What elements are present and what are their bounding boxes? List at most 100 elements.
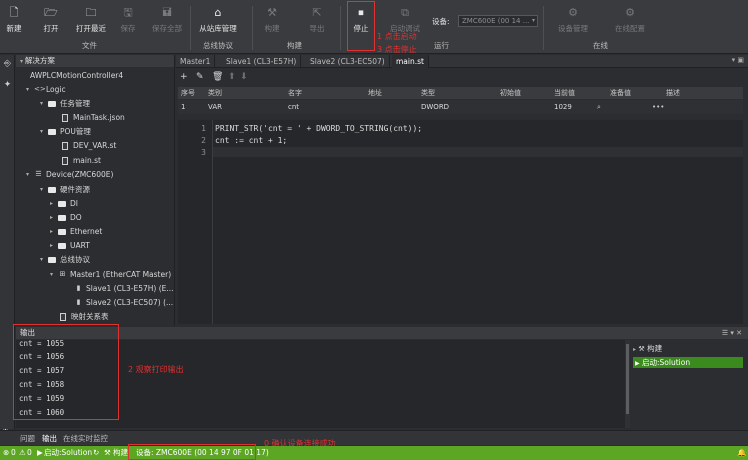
refresh-icon[interactable]: ↻	[93, 446, 99, 460]
chevron-down-icon: ▾	[26, 171, 30, 178]
new-button[interactable]: 🗋 新建	[0, 6, 32, 34]
tree-node-dev-var[interactable]: DEV_VAR.st	[62, 140, 116, 151]
output-highlight-annotation	[13, 324, 119, 420]
output-scrollbar[interactable]	[625, 340, 630, 428]
build-button[interactable]: ⚒ 构建	[254, 6, 290, 34]
tree-node-logic[interactable]: ▾ <> Logic	[26, 84, 66, 95]
code-line-1: PRINT_STR('cnt = ' + DWORD_TO_STRING(cnt…	[215, 124, 423, 133]
line-number: 3	[201, 148, 206, 157]
tree-node-main-st[interactable]: main.st	[62, 155, 101, 166]
more-icon[interactable]: •••	[652, 101, 664, 113]
folder-icon	[48, 100, 56, 107]
tree-node-di[interactable]: ▸ DI	[50, 198, 78, 209]
tab-problems[interactable]: 问题	[20, 433, 35, 444]
delete-icon[interactable]: 🗑	[212, 72, 223, 82]
variable-table: 序号 类别 名字 地址 类型 初始值 当前值 准备值 描述 1 VAR cnt …	[178, 87, 743, 115]
tab-master1[interactable]: Master1	[176, 55, 216, 68]
col-header-current: 当前值	[554, 87, 575, 99]
export-button[interactable]: ⇱ 导出	[299, 6, 335, 34]
tree-node-uart[interactable]: ▸ UART	[50, 240, 90, 251]
hammer-icon: ⚒	[638, 345, 645, 353]
search-icon[interactable]: ⌕	[597, 101, 601, 113]
tree-node-maintask[interactable]: MainTask.json	[62, 112, 125, 123]
chevron-right-icon: ▸	[50, 200, 54, 207]
scrollbar-thumb[interactable]	[626, 344, 629, 414]
save-all-button[interactable]: 🖬 保存全部	[149, 6, 185, 34]
device-select[interactable]: ZMC600E (00 14 ... ▾	[458, 15, 538, 27]
output-source-build[interactable]: ▸ ⚒ 构建	[633, 343, 662, 354]
cell-type[interactable]: DWORD	[421, 101, 449, 113]
tree-node-hardware[interactable]: ▾ 硬件资源	[40, 184, 90, 195]
status-run[interactable]: 启动:Solution	[44, 446, 92, 460]
device-manage-button[interactable]: ⚙ 设备管理	[555, 6, 591, 34]
panel-controls-icon[interactable]: ☰ ▾ ✕	[722, 327, 742, 339]
station-library-icon: ⌂	[214, 6, 222, 19]
tree-node-ethernet[interactable]: ▸ Ethernet	[50, 226, 102, 237]
col-header-category: 类别	[208, 87, 222, 99]
cell-category[interactable]: VAR	[208, 101, 222, 113]
error-count[interactable]: 0	[11, 446, 16, 460]
tab-main-st[interactable]: main.st	[392, 55, 429, 68]
bottom-panel-tabs: 问题 输出 在线实时监控	[0, 430, 748, 445]
open-recent-button[interactable]: 🗀 打开最近	[73, 6, 109, 34]
tree-node-device[interactable]: ▾ ☰ Device(ZMC600E)	[26, 169, 113, 180]
cell-name[interactable]: cnt	[288, 101, 299, 113]
edit-icon[interactable]: ✎	[196, 72, 204, 82]
tree-node-task-manage[interactable]: ▾ 任务管理	[40, 98, 90, 109]
play-icon: ▶	[37, 448, 43, 457]
device-settings-icon: ⚙	[568, 6, 578, 19]
debug-icon: ⧉	[401, 6, 409, 19]
folder-icon	[58, 228, 66, 235]
device-highlight-annotation	[128, 444, 256, 460]
online-config-icon: ⚙	[625, 6, 635, 19]
tree-node-do[interactable]: ▸ DO	[50, 212, 82, 223]
tree-node-master1[interactable]: ▾ ⊞ Master1 (EtherCAT Master)	[50, 269, 171, 280]
folder-open-icon: 🗁	[44, 6, 58, 19]
tree-node-slave2[interactable]: ▮ Slave2 (CL3-EC507) (...	[74, 297, 174, 308]
solution-explorer: ▾ 解决方案 AWPLCMotionController4 ▾ <> Logic ▾…	[16, 55, 175, 326]
ribbon-divider	[252, 6, 253, 50]
tree-node-slave1[interactable]: ▮ Slave1 (CL3-E57H) (E...	[74, 283, 174, 294]
bell-icon[interactable]: 🔔	[737, 446, 746, 460]
chevron-right-icon: ▸	[50, 214, 54, 221]
line-number: 2	[201, 136, 206, 145]
save-button[interactable]: 🖫 保存	[110, 6, 146, 34]
export-icon: ⇱	[312, 6, 322, 19]
solution-icon[interactable]: ⎆	[2, 59, 13, 70]
tab-output[interactable]: 输出	[42, 433, 57, 444]
folder-icon	[48, 256, 56, 263]
tab-slave1[interactable]: Slave1 (CL3-E57H)	[222, 55, 302, 68]
tab-slave2[interactable]: Slave2 (CL3-EC507)	[306, 55, 390, 68]
status-build[interactable]: 构建	[113, 446, 128, 460]
from-station-button[interactable]: ⌂ 从站库管理	[199, 6, 237, 34]
chevron-down-icon: ▾	[531, 17, 535, 24]
col-header-address: 地址	[368, 87, 382, 99]
output-panel-header: 输出 ☰ ▾ ✕	[16, 327, 748, 339]
move-down-icon[interactable]: ⬇	[240, 72, 248, 82]
online-group-label: 在线	[593, 41, 608, 50]
run-group-label: 运行	[434, 41, 449, 50]
hammer-icon: ⚒	[104, 448, 111, 457]
chevron-right-icon: ▸	[50, 228, 54, 235]
compass-icon[interactable]: ✦	[2, 80, 13, 91]
move-up-icon[interactable]: ⬆	[228, 72, 236, 82]
tab-overflow-icon[interactable]: ▾ ▣	[732, 56, 744, 64]
warning-count[interactable]: 0	[27, 446, 32, 460]
tree-node-project[interactable]: AWPLCMotionController4	[30, 70, 123, 81]
online-config-button[interactable]: ⚙ 在线配置	[612, 6, 648, 34]
open-button[interactable]: 🗁 打开	[33, 6, 69, 34]
tree-node-pou-manage[interactable]: ▾ POU管理	[40, 126, 91, 137]
chevron-right-icon: ▸	[50, 242, 54, 249]
start-debug-button[interactable]: ⧉ 启动调试	[387, 6, 423, 34]
tree-node-mapping-table[interactable]: 映射关系表	[60, 311, 109, 322]
device-icon: ☰	[35, 170, 42, 178]
add-icon[interactable]: +	[180, 72, 188, 82]
tree-node-bus-protocol[interactable]: ▾ 总线协议	[40, 254, 90, 265]
col-header-name: 名字	[288, 87, 302, 99]
tab-online-monitor[interactable]: 在线实时监控	[63, 433, 108, 444]
warning-icon: ⚠	[19, 448, 26, 457]
new-file-icon: 🗋	[9, 6, 19, 19]
output-source-run[interactable]: ▶ 启动:Solution	[633, 357, 743, 368]
code-editor[interactable]: 1 2 3 PRINT_STR('cnt = ' + DWORD_TO_STRI…	[178, 120, 743, 324]
network-icon: ⊞	[59, 270, 66, 278]
